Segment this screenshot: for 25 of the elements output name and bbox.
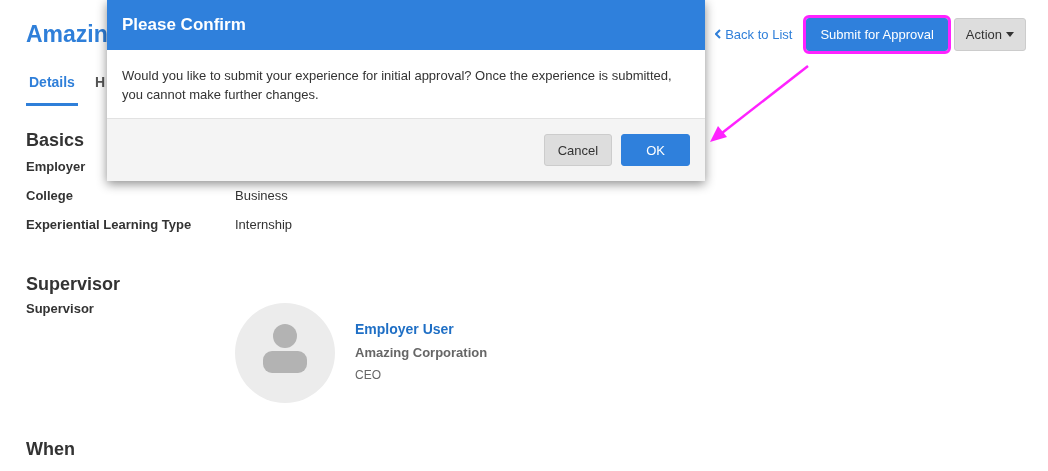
field-label: Supervisor (26, 301, 95, 316)
tab[interactable]: H (91, 68, 109, 106)
field-label: Experiential Learning Type (26, 216, 193, 232)
caret-icon (1006, 31, 1014, 37)
dialog-title: Please Confirm (122, 15, 246, 35)
section-heading: When (26, 439, 75, 460)
field-label: Employer (26, 158, 87, 174)
action-dropdown-button[interactable]: Action (953, 17, 1026, 51)
dialog-message: Would you like to submit your experience for initial approval? Once the experience is submitted, you cannot make further changes. (121, 67, 673, 104)
field-value: Internship (235, 216, 293, 232)
job-title: CEO (355, 368, 382, 382)
tab[interactable]: Details (26, 68, 78, 106)
back-to-list-link[interactable]: Back to List (715, 26, 793, 42)
field-label: College (26, 187, 74, 203)
company-name: Amazing Corporation (355, 345, 488, 360)
avatar-icon (235, 303, 335, 403)
page-title: Amazin (26, 20, 108, 48)
cancel-button[interactable]: Cancel (543, 134, 613, 166)
section-heading: Basics (26, 130, 85, 151)
field-value: Business (235, 187, 288, 203)
person-name-link[interactable]: Employer User (355, 321, 488, 337)
chevron-icon (715, 29, 722, 39)
ok-button[interactable]: OK (621, 134, 690, 166)
section-heading: Supervisor (26, 274, 121, 295)
submit-for-approval-button[interactable]: Submit for Approval (806, 17, 948, 51)
